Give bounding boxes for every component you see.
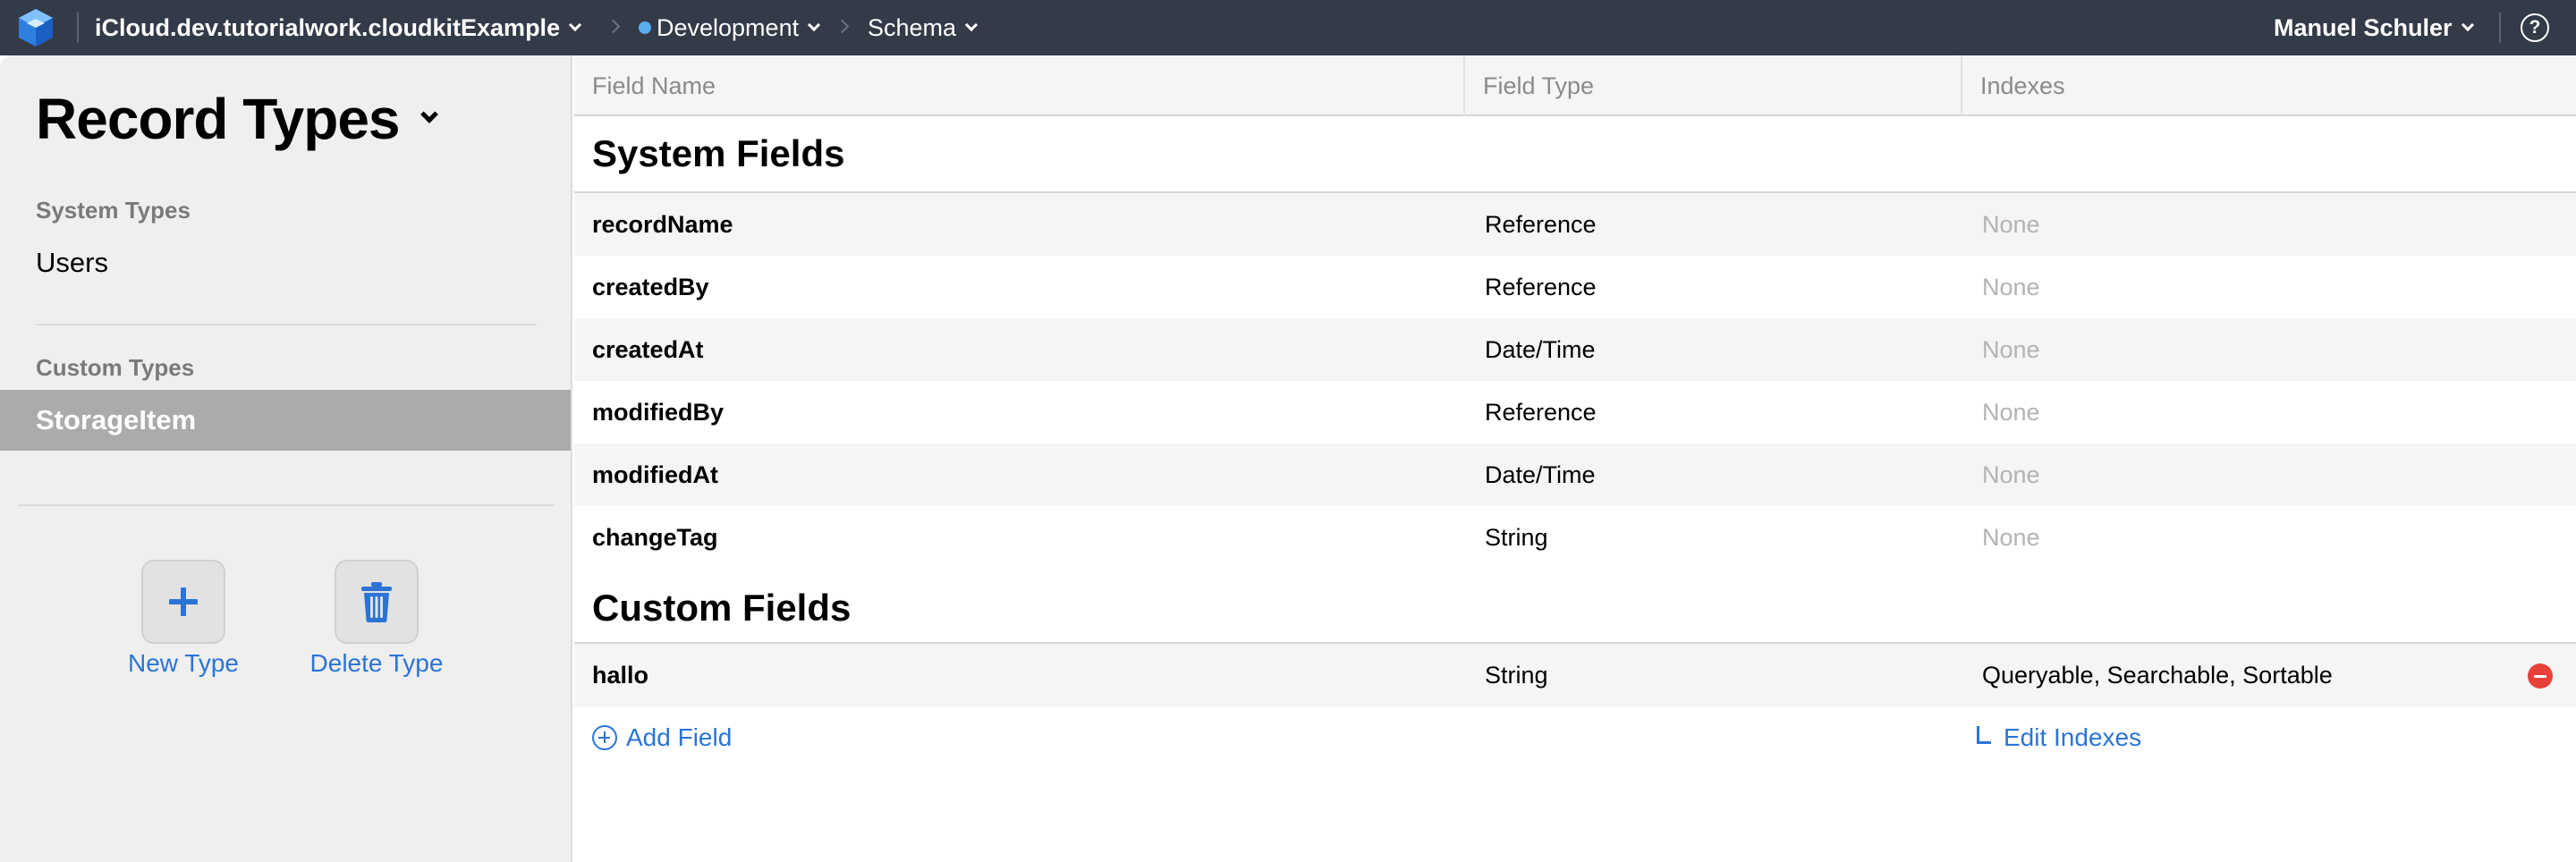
custom-fields-heading: Custom Fields xyxy=(592,587,852,629)
new-type-label[interactable]: New Type xyxy=(107,649,259,678)
sidebar-divider xyxy=(18,504,555,506)
section-selector[interactable]: Schema xyxy=(868,0,979,55)
field-name: changeTag xyxy=(592,523,718,551)
table-header: Field Name Field Type Indexes xyxy=(574,55,2576,116)
breadcrumb-separator-icon xyxy=(606,19,621,34)
field-type: Reference xyxy=(1485,210,1597,238)
table-row[interactable]: recordName Reference None xyxy=(574,193,2576,256)
help-glyph: ? xyxy=(2529,17,2541,38)
remove-field-icon[interactable] xyxy=(2528,663,2553,689)
environment-name: Development xyxy=(657,13,800,41)
table-row[interactable]: hallo String Queryable, Searchable, Sort… xyxy=(574,644,2576,706)
field-indexes: None xyxy=(1982,523,2040,551)
field-type: Date/Time xyxy=(1485,335,1596,363)
field-indexes: Queryable, Searchable, Sortable xyxy=(1982,661,2333,689)
system-types-heading: System Types xyxy=(36,197,191,224)
trash-icon xyxy=(361,582,392,622)
chevron-down-icon xyxy=(2461,18,2474,32)
add-circle-icon xyxy=(592,725,617,750)
column-header-field-name[interactable]: Field Name xyxy=(574,55,1465,116)
record-types-menu[interactable]: Record Types xyxy=(36,86,438,152)
table-row[interactable]: modifiedBy Reference None xyxy=(574,381,2576,444)
environment-selector[interactable]: Development xyxy=(639,0,821,55)
field-indexes: None xyxy=(1982,461,2040,488)
plus-icon xyxy=(169,587,198,616)
chevron-down-icon xyxy=(569,18,582,32)
environment-status-dot xyxy=(639,21,651,34)
system-fields-heading: System Fields xyxy=(592,132,845,174)
edit-indexes-label: Edit Indexes xyxy=(2004,723,2142,751)
cloudkit-logo-icon[interactable] xyxy=(14,6,57,49)
sidebar-title: Record Types xyxy=(36,87,400,151)
container-name: iCloud.dev.tutorialwork.cloudkitExample xyxy=(95,13,561,41)
top-bar: iCloud.dev.tutorialwork.cloudkitExample … xyxy=(0,0,2576,55)
edit-indexes-button[interactable]: Edit Indexes xyxy=(1977,706,2141,769)
breadcrumb-separator-icon xyxy=(835,19,850,34)
container-selector[interactable]: iCloud.dev.tutorialwork.cloudkitExample xyxy=(95,0,582,55)
field-type: Date/Time xyxy=(1485,461,1596,488)
field-type: String xyxy=(1485,523,1548,551)
add-field-button[interactable]: Add Field xyxy=(592,706,732,769)
field-name: recordName xyxy=(592,210,733,238)
field-type: Reference xyxy=(1485,398,1597,426)
table-row[interactable]: modifiedAt Date/Time None xyxy=(574,444,2576,506)
sidebar-divider xyxy=(36,324,537,325)
section-name: Schema xyxy=(868,13,957,41)
sidebar-item-users[interactable]: Users xyxy=(0,232,571,293)
column-header-indexes[interactable]: Indexes xyxy=(1962,55,2576,116)
delete-type-button[interactable] xyxy=(335,560,419,644)
table-row[interactable]: changeTag String None xyxy=(574,506,2576,569)
field-name: createdAt xyxy=(592,335,704,363)
user-menu[interactable]: Manuel Schuler xyxy=(2274,0,2474,55)
new-type-button[interactable] xyxy=(141,560,225,644)
field-type: Reference xyxy=(1485,273,1597,300)
index-corner-icon xyxy=(1977,726,1991,744)
user-name: Manuel Schuler xyxy=(2274,13,2453,41)
sidebar-item-storageitem[interactable]: StorageItem xyxy=(0,390,571,451)
field-indexes: None xyxy=(1982,273,2040,300)
table-row[interactable]: createdAt Date/Time None xyxy=(574,318,2576,381)
field-indexes: None xyxy=(1982,398,2040,426)
chevron-down-icon xyxy=(808,18,821,32)
delete-type-label[interactable]: Delete Type xyxy=(292,649,462,678)
column-header-field-type[interactable]: Field Type xyxy=(1465,55,1962,116)
chevron-down-icon xyxy=(419,106,438,123)
help-icon[interactable]: ? xyxy=(2521,13,2549,42)
topbar-divider xyxy=(2499,13,2501,43)
field-indexes: None xyxy=(1982,210,2040,238)
record-types-sidebar: Record Types System Types Users Custom T… xyxy=(0,55,572,862)
field-indexes: None xyxy=(1982,335,2040,363)
field-name: modifiedAt xyxy=(592,461,718,488)
fields-table: Field Name Field Type Indexes System Fie… xyxy=(574,55,2576,862)
field-type: String xyxy=(1485,661,1548,689)
chevron-down-icon xyxy=(964,18,979,32)
field-name: createdBy xyxy=(592,273,709,300)
table-row[interactable]: createdBy Reference None xyxy=(574,256,2576,318)
field-name: hallo xyxy=(592,661,649,689)
topbar-divider xyxy=(77,13,79,43)
custom-types-heading: Custom Types xyxy=(36,354,195,381)
add-field-label: Add Field xyxy=(626,723,733,751)
field-name: modifiedBy xyxy=(592,398,724,426)
